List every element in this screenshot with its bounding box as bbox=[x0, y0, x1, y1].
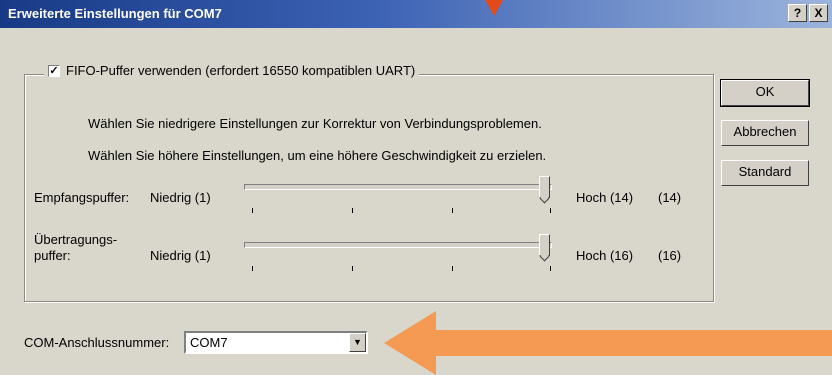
slider-tick bbox=[252, 266, 253, 271]
close-button[interactable]: X bbox=[809, 4, 828, 22]
receive-min-label: Niedrig (1) bbox=[150, 190, 211, 205]
slider-tick bbox=[252, 208, 253, 213]
info-text-low: Wählen Sie niedrigere Einstellungen zur … bbox=[88, 116, 542, 131]
slider-tick bbox=[352, 266, 353, 271]
transmit-max-label: Hoch (16) bbox=[576, 248, 634, 263]
com-port-label: COM-Anschlussnummer: bbox=[24, 335, 170, 350]
receive-max-label: Hoch (14) bbox=[576, 190, 634, 205]
slider-tick bbox=[352, 208, 353, 213]
com-port-select[interactable]: COM7 ▼ bbox=[184, 331, 368, 354]
title-bar: Erweiterte Einstellungen für COM7 ? X bbox=[0, 0, 832, 28]
receive-slider-thumb[interactable] bbox=[539, 176, 550, 198]
ok-button[interactable]: OK bbox=[720, 79, 810, 107]
receive-buffer-label: Empfangspuffer: bbox=[34, 190, 130, 205]
standard-button[interactable]: Standard bbox=[721, 160, 809, 186]
annotation-arrow-head bbox=[384, 311, 436, 375]
transmit-value: (16) bbox=[658, 248, 682, 263]
help-button[interactable]: ? bbox=[788, 4, 807, 22]
cancel-button[interactable]: Abbrechen bbox=[721, 120, 809, 146]
slider-tick bbox=[452, 208, 453, 213]
receive-value: (14) bbox=[658, 190, 682, 205]
slider-tick bbox=[550, 208, 551, 213]
annotation-arrow-shaft bbox=[430, 330, 832, 356]
transmit-slider-thumb[interactable] bbox=[539, 234, 550, 256]
transmit-label-line1: Übertragungs- bbox=[34, 232, 118, 247]
transmit-slider-track[interactable] bbox=[244, 242, 552, 248]
slider-tick bbox=[550, 266, 551, 271]
annotation-marker-top bbox=[485, 0, 503, 16]
com-port-value: COM7 bbox=[190, 335, 228, 350]
info-text-high: Wählen Sie höhere Einstellungen, um eine… bbox=[88, 148, 547, 163]
transmit-min-label: Niedrig (1) bbox=[150, 248, 211, 263]
slider-tick bbox=[452, 266, 453, 271]
fifo-checkbox[interactable]: ✓ bbox=[48, 64, 60, 77]
transmit-buffer-label: Übertragungs- puffer: bbox=[34, 232, 117, 264]
chevron-down-icon[interactable]: ▼ bbox=[349, 333, 366, 352]
window-title: Erweiterte Einstellungen für COM7 bbox=[8, 6, 222, 21]
fifo-checkbox-label[interactable]: FIFO-Puffer verwenden (erfordert 16550 k… bbox=[66, 63, 415, 78]
transmit-label-line2: puffer: bbox=[34, 248, 71, 263]
fifo-checkbox-row[interactable]: ✓ FIFO-Puffer verwenden (erfordert 16550… bbox=[44, 63, 420, 78]
receive-slider-track[interactable] bbox=[244, 184, 552, 190]
